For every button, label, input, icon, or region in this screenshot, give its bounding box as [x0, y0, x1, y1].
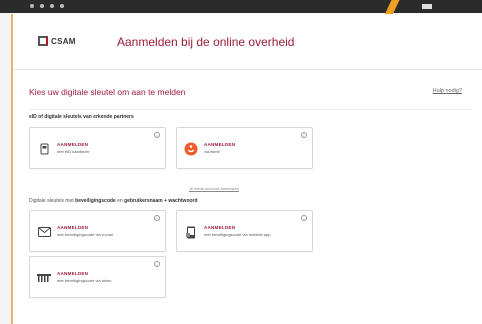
group-label-mid: en: [115, 198, 125, 204]
section-title: Kies uw digitale sleutel om aan te melde…: [29, 87, 186, 97]
card-subtitle: via itsme: [204, 149, 220, 154]
token-icon: [37, 271, 51, 285]
itsme-icon: [184, 142, 198, 156]
itsme-create-account-link[interactable]: Je itsme-account aanmaken: [189, 186, 239, 191]
login-card-eid[interactable]: i AANMELDEN met eID kaartlezer: [29, 127, 166, 169]
group-label-prefix: Digitale sleutels met: [29, 198, 76, 204]
info-icon[interactable]: i: [301, 215, 307, 221]
group-label-bold2: gebruikersnaam + wachtwoord: [124, 198, 198, 204]
group-label-bold1: beveiligingscode: [75, 198, 116, 204]
mobile-app-icon: [184, 225, 198, 239]
login-card-itsme[interactable]: i AANMELDEN via itsme: [176, 127, 313, 169]
page-title: Aanmelden bij de online overheid: [117, 35, 295, 49]
browser-topbar: [0, 0, 482, 13]
header: CSAM Aanmelden bij de online overheid: [13, 14, 482, 70]
card-subtitle: met beveiligingscode via mobiele app: [204, 232, 271, 237]
card-subtitle: met eID kaartlezer: [57, 149, 90, 154]
window-dot-icon[interactable]: [30, 4, 34, 8]
login-card-token[interactable]: i AANMELDEN met beveiligingscode via tok…: [29, 256, 166, 298]
login-card-email[interactable]: i AANMELDEN met beveiligingscode via e-m…: [29, 210, 166, 252]
card-subtitle: met beveiligingscode via e-mail: [57, 232, 113, 237]
window-dot-icon[interactable]: [60, 4, 64, 8]
card-title: AANMELDEN: [204, 142, 236, 147]
card-title: AANMELDEN: [57, 225, 89, 230]
csam-logo-icon: [38, 36, 48, 46]
card-subtitle: met beveiligingscode via token: [57, 278, 112, 283]
card-reader-icon: [37, 142, 51, 156]
card-title: AANMELDEN: [204, 225, 236, 230]
csam-logo[interactable]: CSAM: [38, 36, 76, 46]
divider: [29, 109, 472, 110]
card-title: AANMELDEN: [57, 271, 89, 276]
window-dot-icon[interactable]: [50, 4, 54, 8]
flag-icon: [422, 4, 432, 9]
info-icon[interactable]: i: [154, 261, 160, 267]
help-link[interactable]: Hulp nodig?: [433, 88, 462, 94]
card-title: AANMELDEN: [57, 142, 89, 147]
info-icon[interactable]: i: [301, 132, 307, 138]
group-label-partners-text: eID of digitale sleutels van erkende par…: [29, 114, 134, 120]
window-dot-icon[interactable]: [40, 4, 44, 8]
group-label-partners: eID of digitale sleutels van erkende par…: [29, 114, 134, 120]
login-card-mobile-app[interactable]: i AANMELDEN met beveiligingscode via mob…: [176, 210, 313, 252]
logo-text: CSAM: [51, 36, 76, 46]
group-label-codes: Digitale sleutels met beveiligingscode e…: [29, 198, 198, 204]
email-icon: [37, 225, 51, 239]
page: CSAM Aanmelden bij de online overheid Ki…: [11, 14, 482, 324]
info-icon[interactable]: i: [154, 215, 160, 221]
info-icon[interactable]: i: [154, 132, 160, 138]
window-controls: [30, 4, 64, 8]
